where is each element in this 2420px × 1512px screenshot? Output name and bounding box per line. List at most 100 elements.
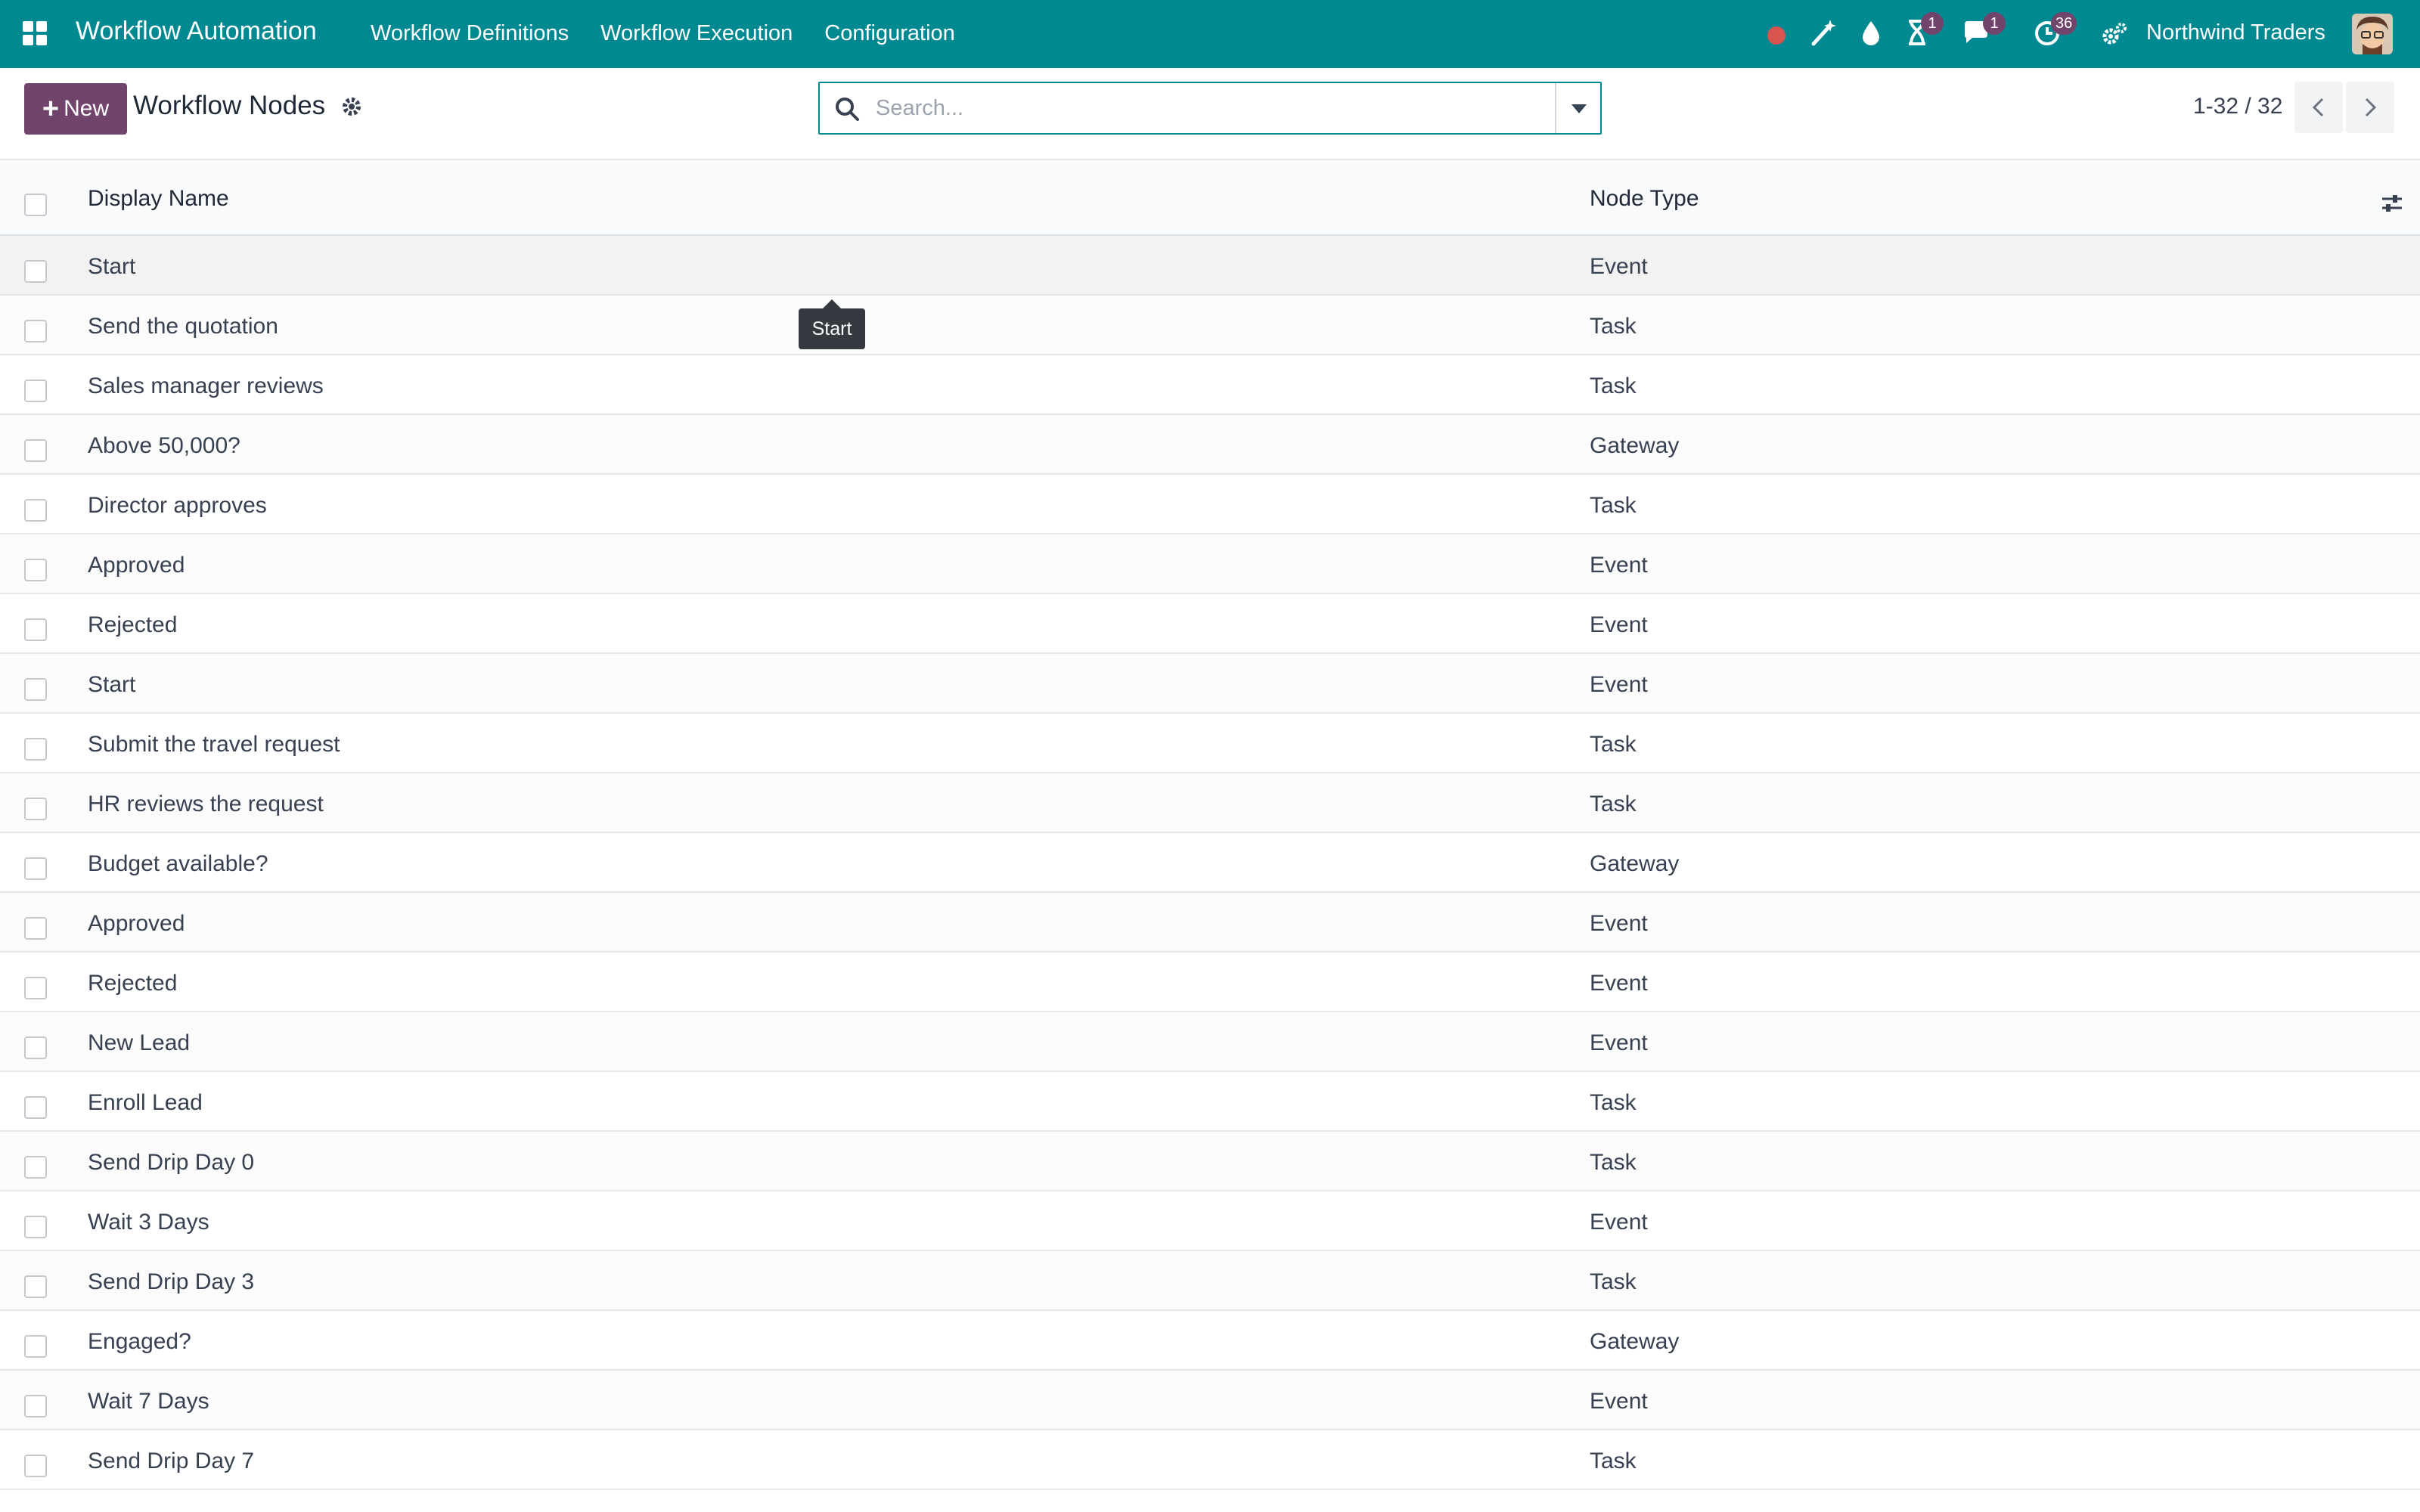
apps-grid-icon[interactable] (21, 20, 48, 47)
cell-display-name: Wait 3 Days (88, 1210, 209, 1235)
cell-node-type: Gateway (1590, 1329, 1680, 1354)
cell-node-type: Gateway (1590, 433, 1680, 458)
new-button-label: New (64, 96, 110, 121)
cell-node-type: Task (1590, 1448, 1637, 1473)
row-checkbox[interactable] (24, 499, 47, 522)
gear-icon[interactable] (340, 95, 363, 118)
row-checkbox[interactable] (24, 260, 47, 283)
table-row[interactable]: Start Event (0, 236, 2420, 296)
drop-icon[interactable] (1857, 18, 1885, 47)
table-row[interactable]: Submit the travel request Task (0, 714, 2420, 773)
row-checkbox[interactable] (24, 738, 47, 761)
page-title: Workflow Nodes (133, 91, 326, 120)
table-row[interactable]: Send the quotation Task (0, 296, 2420, 355)
table-row[interactable]: Send Drip Day 7 Task (0, 1430, 2420, 1490)
table-row[interactable]: New Lead Event (0, 1012, 2420, 1072)
cell-node-type: Event (1590, 911, 1648, 936)
cell-node-type: Event (1590, 612, 1648, 637)
avatar-face-icon (2352, 14, 2393, 54)
search-icon (836, 98, 859, 121)
table-row[interactable]: HR reviews the request Task (0, 773, 2420, 833)
row-checkbox[interactable] (24, 678, 47, 701)
messages-button[interactable]: 1 (1962, 12, 2006, 48)
activities-badge: 1 (1921, 12, 1944, 35)
table-row[interactable]: Above 50,000? Gateway (0, 415, 2420, 475)
cell-node-type: Task (1590, 1269, 1637, 1294)
pager-value[interactable]: 1-32 / 32 (2193, 94, 2282, 119)
app-brand[interactable]: Workflow Automation (76, 17, 317, 46)
new-button[interactable]: + New (24, 83, 127, 135)
table-row[interactable]: Send Drip Day 0 Task (0, 1132, 2420, 1191)
row-checkbox[interactable] (24, 618, 47, 641)
table-row[interactable]: Sales manager reviews Task (0, 355, 2420, 415)
table-row[interactable]: Start Event (0, 654, 2420, 714)
activities-button[interactable]: 1 (1903, 12, 1944, 48)
column-header-node-type[interactable]: Node Type (1590, 186, 1699, 212)
user-avatar[interactable] (2352, 14, 2393, 54)
row-checkbox[interactable] (24, 1335, 47, 1358)
cell-node-type: Event (1590, 1210, 1648, 1235)
cell-display-name: Submit the travel request (88, 732, 340, 757)
search-options-toggle[interactable] (1555, 83, 1600, 133)
select-all-checkbox[interactable] (24, 194, 47, 216)
record-dot-icon[interactable] (1762, 20, 1791, 48)
cell-node-type: Task (1590, 493, 1637, 518)
table-row[interactable]: Approved Event (0, 893, 2420, 953)
row-checkbox[interactable] (24, 1216, 47, 1238)
menu-workflow-definitions[interactable]: Workflow Definitions (371, 21, 569, 46)
table-row[interactable]: Enroll Lead Task (0, 1072, 2420, 1132)
main-menu: Workflow Definitions Workflow Execution … (371, 21, 955, 46)
updates-button[interactable]: 36 (2033, 12, 2077, 48)
cell-display-name: Wait 7 Days (88, 1389, 209, 1414)
pager-next-button[interactable] (2346, 82, 2394, 133)
table-row[interactable]: Wait 3 Days Event (0, 1191, 2420, 1251)
row-checkbox[interactable] (24, 1156, 47, 1179)
row-checkbox[interactable] (24, 559, 47, 581)
row-checkbox[interactable] (24, 320, 47, 342)
cell-display-name: Director approves (88, 493, 267, 518)
cell-node-type: Event (1590, 1030, 1648, 1055)
optional-columns-icon[interactable] (2379, 191, 2405, 216)
row-checkbox[interactable] (24, 857, 47, 880)
cell-display-name: HR reviews the request (88, 792, 324, 816)
search-input[interactable] (876, 89, 1526, 127)
cell-display-name: Enroll Lead (88, 1090, 203, 1115)
plus-icon: + (42, 93, 60, 125)
tooltip: Start (799, 299, 865, 349)
table-row[interactable]: Send Drip Day 3 Task (0, 1251, 2420, 1311)
table-row[interactable]: Rejected Event (0, 953, 2420, 1012)
table-row[interactable]: Approved Event (0, 534, 2420, 594)
row-checkbox[interactable] (24, 1275, 47, 1298)
cell-node-type: Task (1590, 1090, 1637, 1115)
menu-configuration[interactable]: Configuration (824, 21, 955, 46)
row-checkbox[interactable] (24, 1455, 47, 1477)
table-row[interactable]: Wait 7 Days Event (0, 1371, 2420, 1430)
row-checkbox[interactable] (24, 1036, 47, 1059)
company-switcher[interactable]: Northwind Traders (2146, 20, 2325, 45)
row-checkbox[interactable] (24, 1395, 47, 1418)
caret-down-icon (1571, 104, 1587, 113)
gears-icon[interactable] (2101, 21, 2128, 47)
menu-workflow-execution[interactable]: Workflow Execution (600, 21, 793, 46)
cell-display-name: Approved (88, 553, 185, 578)
magic-wand-icon[interactable] (1809, 18, 1838, 47)
row-checkbox[interactable] (24, 380, 47, 402)
column-header-display-name[interactable]: Display Name (88, 186, 229, 212)
cell-node-type: Task (1590, 732, 1637, 757)
row-checkbox[interactable] (24, 1096, 47, 1119)
row-checkbox[interactable] (24, 917, 47, 940)
chevron-right-icon (2365, 98, 2377, 117)
cell-display-name: Sales manager reviews (88, 373, 324, 398)
cell-display-name: New Lead (88, 1030, 191, 1055)
row-checkbox[interactable] (24, 798, 47, 820)
cell-node-type: Task (1590, 1150, 1637, 1175)
pager-previous-button[interactable] (2294, 82, 2343, 133)
table-row[interactable]: Budget available? Gateway (0, 833, 2420, 893)
table-row[interactable]: Rejected Event (0, 594, 2420, 654)
table-row[interactable]: Engaged? Gateway (0, 1311, 2420, 1371)
cell-display-name: Above 50,000? (88, 433, 240, 458)
row-checkbox[interactable] (24, 977, 47, 999)
cell-display-name: Engaged? (88, 1329, 191, 1354)
row-checkbox[interactable] (24, 439, 47, 462)
table-row[interactable]: Director approves Task (0, 475, 2420, 534)
